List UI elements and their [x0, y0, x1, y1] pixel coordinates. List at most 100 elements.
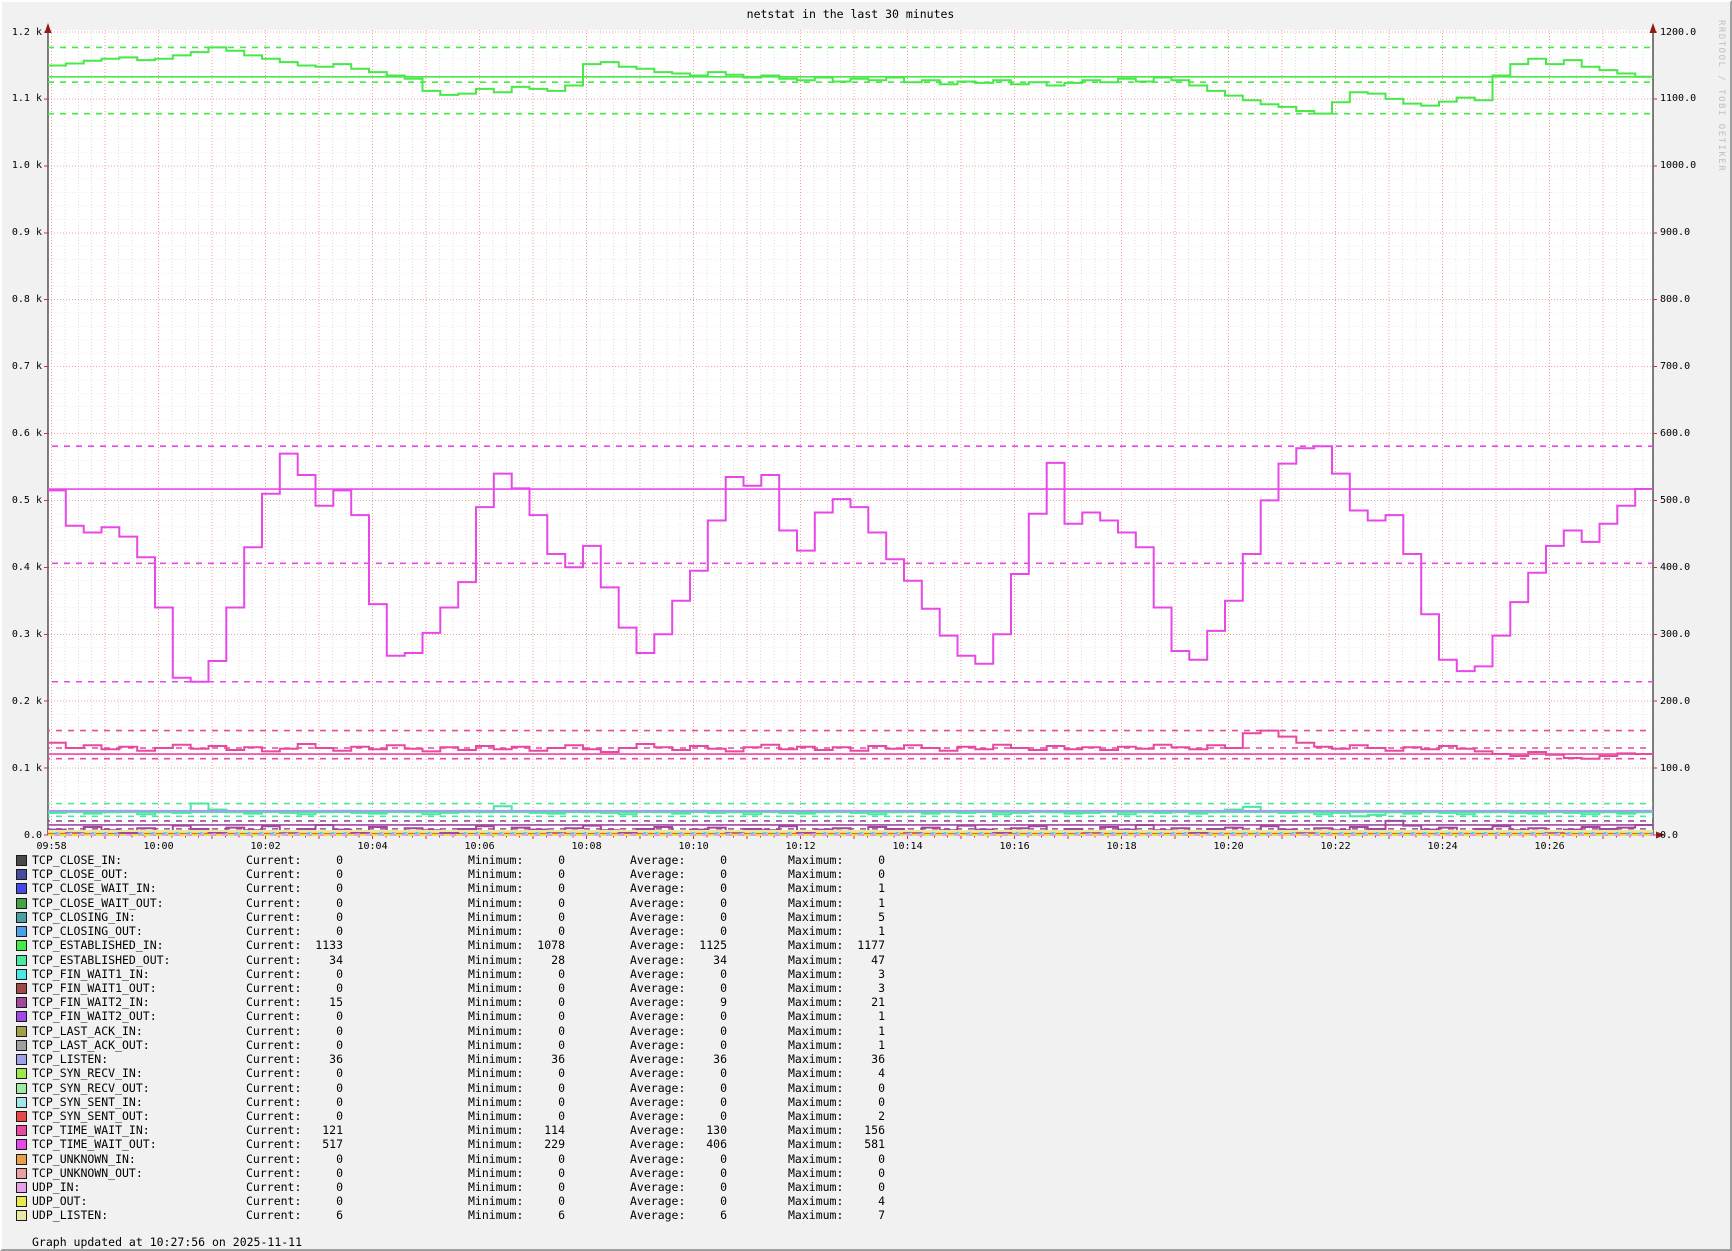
legend-stat-label: Average:: [630, 853, 685, 867]
legend-row: TCP_UNKNOWN_OUT:Current:0Minimum:0Averag…: [2, 1166, 1732, 1180]
legend-series-name: TCP_CLOSE_WAIT_OUT:: [32, 896, 164, 910]
legend-stat-value: 0: [521, 1180, 565, 1194]
y-axis-left-tick-label: 0.8 k: [2, 293, 42, 306]
legend-stat-value: 0: [521, 853, 565, 867]
y-axis-right-tick-label: 100.0: [1660, 762, 1690, 775]
legend-stat-value: 36: [521, 1052, 565, 1066]
legend-row: TCP_LISTEN:Current:36Minimum:36Average:3…: [2, 1052, 1732, 1066]
legend-color-swatch: [16, 1054, 27, 1065]
legend-stat-value: 0: [521, 1194, 565, 1208]
legend-stat-label: Average:: [630, 1109, 685, 1123]
legend-stat-value: 0: [841, 1180, 885, 1194]
legend-stat-label: Current:: [246, 1166, 301, 1180]
legend-stat-label: Average:: [630, 867, 685, 881]
legend-stat-label: Average:: [630, 938, 685, 952]
legend-row: TCP_CLOSE_WAIT_IN:Current:0Minimum:0Aver…: [2, 881, 1732, 895]
legend-stat-value: 0: [683, 1009, 727, 1023]
legend-stat-value: 0: [299, 910, 343, 924]
legend-stat-label: Maximum:: [788, 1009, 843, 1023]
legend-stat-label: Maximum:: [788, 853, 843, 867]
legend-stat-value: 0: [299, 867, 343, 881]
legend-stat-value: 0: [521, 981, 565, 995]
legend-row: TCP_SYN_RECV_IN:Current:0Minimum:0Averag…: [2, 1066, 1732, 1080]
legend-stat-value: 114: [521, 1123, 565, 1137]
legend-stat-value: 0: [299, 1009, 343, 1023]
legend-stat-label: Minimum:: [468, 867, 523, 881]
legend-row: TCP_CLOSE_IN:Current:0Minimum:0Average:0…: [2, 853, 1732, 867]
x-axis-tick-label: 10:06: [458, 840, 502, 853]
legend-row: TCP_ESTABLISHED_IN:Current:1133Minimum:1…: [2, 938, 1732, 952]
legend-row: TCP_TIME_WAIT_OUT:Current:517Minimum:229…: [2, 1137, 1732, 1151]
legend-row: TCP_SYN_SENT_IN:Current:0Minimum:0Averag…: [2, 1095, 1732, 1109]
y-axis-right-tick-label: 500.0: [1660, 494, 1690, 507]
legend-row: TCP_LAST_ACK_OUT:Current:0Minimum:0Avera…: [2, 1038, 1732, 1052]
y-axis-right-tick-label: 1200.0: [1660, 26, 1696, 39]
legend-stat-value: 0: [841, 1152, 885, 1166]
legend-color-swatch: [16, 1111, 27, 1122]
legend-stat-label: Maximum:: [788, 981, 843, 995]
y-axis-left-tick-label: 0.5 k: [2, 494, 42, 507]
legend-stat-value: 7: [841, 1208, 885, 1222]
legend-stat-label: Minimum:: [468, 1081, 523, 1095]
legend-stat-value: 6: [521, 1208, 565, 1222]
legend-series-name: UDP_OUT:: [32, 1194, 87, 1208]
legend-stat-value: 3: [841, 967, 885, 981]
legend-stat-label: Minimum:: [468, 1166, 523, 1180]
legend-stat-value: 34: [683, 953, 727, 967]
legend-stat-label: Current:: [246, 1109, 301, 1123]
rrd-graph-image: netstat in the last 30 minutes 1.2 k1.1 …: [0, 0, 1732, 1251]
legend-series-name: TCP_FIN_WAIT2_IN:: [32, 995, 150, 1009]
x-axis-tick-label: 10:14: [886, 840, 930, 853]
legend-series-name: TCP_LAST_ACK_OUT:: [32, 1038, 150, 1052]
legend-row: TCP_CLOSE_WAIT_OUT:Current:0Minimum:0Ave…: [2, 896, 1732, 910]
legend-stat-label: Minimum:: [468, 910, 523, 924]
legend-stat-label: Minimum:: [468, 881, 523, 895]
legend-stat-label: Current:: [246, 1009, 301, 1023]
legend-stat-label: Current:: [246, 981, 301, 995]
legend-stat-label: Current:: [246, 1038, 301, 1052]
legend-series-name: TCP_LISTEN:: [32, 1052, 108, 1066]
legend-stat-label: Current:: [246, 1180, 301, 1194]
y-axis-right-tick-label: 200.0: [1660, 695, 1690, 708]
legend-stat-value: 0: [521, 995, 565, 1009]
legend-stat-label: Current:: [246, 938, 301, 952]
legend-stat-value: 0: [683, 1066, 727, 1080]
legend-stat-label: Maximum:: [788, 1180, 843, 1194]
legend-color-swatch: [16, 1168, 27, 1179]
right-axis-arrow: [1650, 23, 1657, 33]
legend-stat-value: 0: [299, 881, 343, 895]
legend-row: TCP_FIN_WAIT1_OUT:Current:0Minimum:0Aver…: [2, 981, 1732, 995]
legend-stat-value: 229: [521, 1137, 565, 1151]
legend-color-swatch: [16, 898, 27, 909]
legend: TCP_CLOSE_IN:Current:0Minimum:0Average:0…: [2, 853, 1732, 1223]
legend-stat-label: Minimum:: [468, 1152, 523, 1166]
legend-stat-label: Maximum:: [788, 1137, 843, 1151]
legend-series-name: TCP_CLOSING_IN:: [32, 910, 136, 924]
legend-stat-label: Maximum:: [788, 896, 843, 910]
legend-stat-label: Minimum:: [468, 953, 523, 967]
legend-stat-label: Average:: [630, 1066, 685, 1080]
y-axis-left-tick-label: 1.1 k: [2, 92, 42, 105]
legend-series-name: TCP_UNKNOWN_OUT:: [32, 1166, 143, 1180]
legend-stat-label: Maximum:: [788, 1066, 843, 1080]
x-axis-tick-label: 10:10: [672, 840, 716, 853]
x-axis-tick-label: 10:04: [351, 840, 395, 853]
legend-stat-value: 0: [299, 1081, 343, 1095]
legend-stat-label: Current:: [246, 995, 301, 1009]
legend-stat-label: Maximum:: [788, 1152, 843, 1166]
legend-row: TCP_CLOSING_IN:Current:0Minimum:0Average…: [2, 910, 1732, 924]
y-axis-right-tick-label: 700.0: [1660, 360, 1690, 373]
graph-updated-footer: Graph updated at 10:27:56 on 2025-11-11: [32, 1235, 302, 1249]
legend-stat-label: Average:: [630, 1137, 685, 1151]
legend-row: TCP_ESTABLISHED_OUT:Current:34Minimum:28…: [2, 953, 1732, 967]
legend-stat-label: Maximum:: [788, 867, 843, 881]
legend-color-swatch: [16, 1196, 27, 1207]
legend-stat-label: Current:: [246, 1095, 301, 1109]
legend-row: TCP_TIME_WAIT_IN:Current:121Minimum:114A…: [2, 1123, 1732, 1137]
legend-stat-label: Maximum:: [788, 1024, 843, 1038]
legend-row: TCP_SYN_SENT_OUT:Current:0Minimum:0Avera…: [2, 1109, 1732, 1123]
legend-stat-label: Current:: [246, 881, 301, 895]
legend-stat-label: Minimum:: [468, 995, 523, 1009]
legend-stat-label: Minimum:: [468, 1009, 523, 1023]
legend-stat-label: Maximum:: [788, 910, 843, 924]
